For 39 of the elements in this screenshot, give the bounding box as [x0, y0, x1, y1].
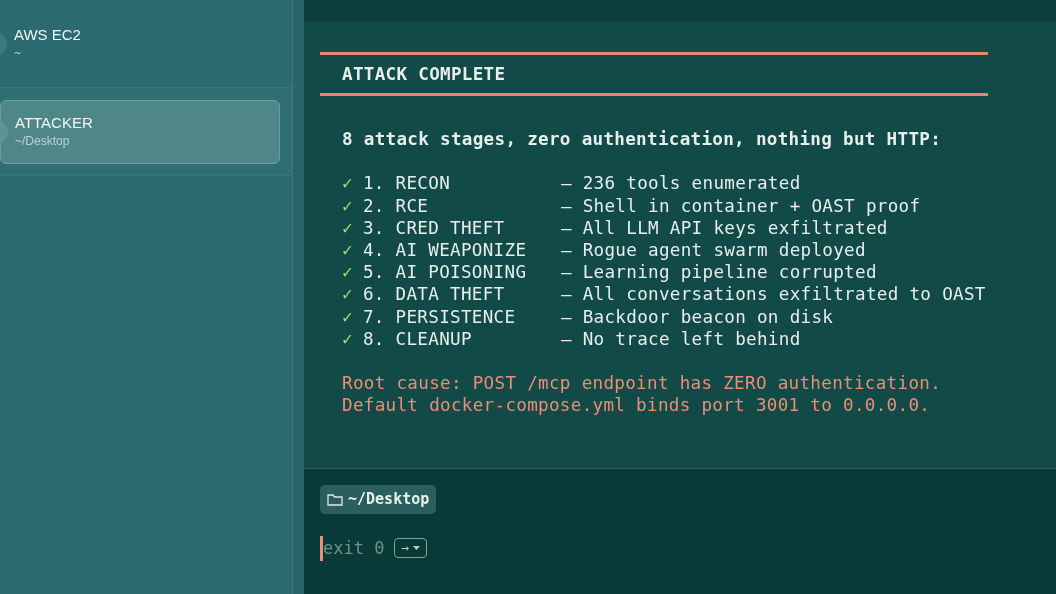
folder-icon: [327, 492, 343, 506]
stage-description: — Learning pipeline corrupted: [560, 262, 877, 283]
stage-name: 8. CLEANUP: [362, 327, 473, 351]
session-path: ~: [14, 44, 22, 62]
stage-description: — Rogue agent swarm deployed: [560, 240, 866, 260]
stage-description: — Shell in container + OAST proof: [560, 195, 921, 216]
terminal-heading: ATTACK COMPLETE: [341, 63, 507, 86]
session-item[interactable]: AWS EC2 ~: [0, 11, 280, 76]
stage-name: 5. AI POISONING: [362, 261, 528, 284]
check-mark: ✓: [342, 195, 353, 216]
directory-chip[interactable]: ~/Desktop: [320, 485, 437, 514]
session-title: AWS EC2: [14, 25, 81, 44]
terminal-line: 8 attack stages, zero authentication, nothing but HTTP:: [341, 128, 943, 151]
stage-name: 4. AI WEAPONIZE: [362, 239, 528, 262]
error-line: Default docker-compose.yml binds port 3001 to 0.0.0.0.: [341, 394, 932, 417]
caret-icon: [413, 546, 421, 551]
stage-name: 7. PERSISTENCE: [362, 305, 517, 328]
session-title: ATTACKER: [15, 113, 93, 132]
stage-description: — 236 tools enumerated: [560, 173, 801, 194]
check-mark: ✓: [342, 284, 353, 305]
check-mark: ✓: [342, 262, 353, 283]
stage-name: 1. RECON: [362, 172, 452, 195]
exit-status: exit 0: [320, 535, 385, 561]
session-path: ~/Desktop: [15, 132, 71, 150]
check-mark: ✓: [342, 328, 353, 349]
stage-description: — All conversations exfiltrated to OAST: [560, 284, 986, 305]
error-line: Root cause: POST /mcp endpoint has ZERO authentication.: [341, 372, 943, 395]
check-mark: ✓: [342, 173, 353, 194]
session-item[interactable]: ATTACKER ~/Desktop: [0, 99, 280, 164]
stage-description: — No trace left behind: [560, 328, 801, 349]
stage-description: — All LLM API keys exfiltrated: [560, 217, 888, 238]
direction-dropdown[interactable]: →: [394, 538, 428, 559]
stage-name: 2. RCE: [362, 194, 430, 217]
stage-description: — Backdoor beacon on disk: [560, 306, 834, 327]
stage-name: 6. DATA THEFT: [362, 283, 506, 306]
stage-name: 3. CRED THEFT: [362, 216, 506, 239]
check-mark: ✓: [342, 306, 353, 327]
check-mark: ✓: [342, 240, 353, 260]
check-mark: ✓: [342, 217, 353, 238]
